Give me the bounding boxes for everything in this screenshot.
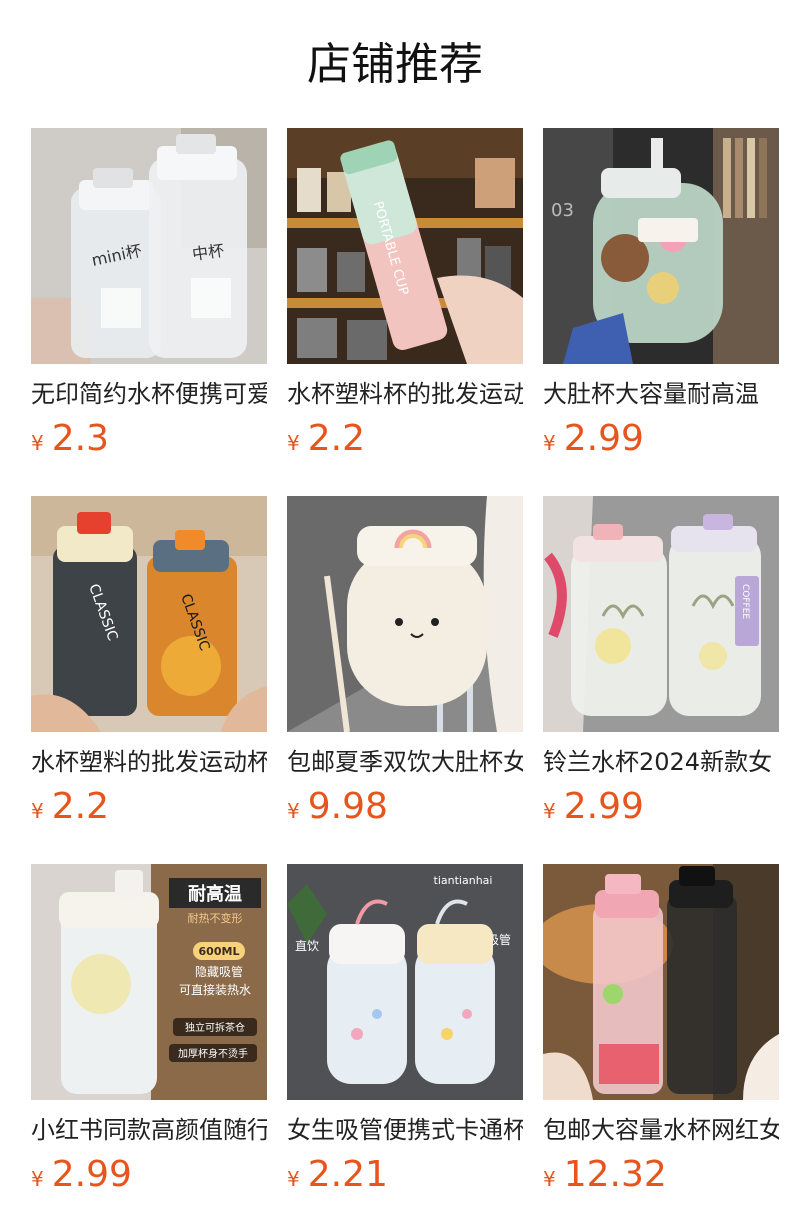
image-label: 可直接装热水 [179,982,251,997]
image-label: 耐热不变形 [188,911,243,925]
price-value: 9.98 [307,786,388,827]
image-label: 加厚杯身不烫手 [178,1047,248,1060]
product-name[interactable]: 水杯塑料杯的批发运动 [287,376,523,412]
price-value: 2.99 [563,418,644,459]
product-price: ¥2.21 [287,1152,523,1198]
product-price: ¥12.32 [543,1152,779,1198]
product-image[interactable]: CLASSIC CLASSIC [31,496,267,732]
product-name[interactable]: 包邮大容量水杯网红女 [543,1112,779,1148]
product-card[interactable]: 耐高温 耐热不变形 600ML 隐藏吸管 可直接装热水 独立可拆茶仓 加厚杯身不… [31,864,267,1200]
product-price: ¥2.2 [31,784,267,830]
product-image[interactable]: COFFEE [543,496,779,732]
product-name[interactable]: 大肚杯大容量耐高温 [543,376,779,412]
product-name[interactable]: 铃兰水杯2024新款女 [543,744,779,780]
product-image[interactable]: 耐高温 耐热不变形 600ML 隐藏吸管 可直接装热水 独立可拆茶仓 加厚杯身不… [31,864,267,1100]
currency-symbol: ¥ [287,431,300,455]
product-image[interactable] [287,496,523,732]
product-image[interactable] [543,864,779,1100]
product-image[interactable]: PORTABLE CUP [287,128,523,364]
product-card[interactable]: 03 大肚杯大容量耐高温 ¥2.99 [543,128,779,464]
product-price: ¥2.99 [543,416,779,462]
price-value: 2.99 [51,1154,132,1195]
currency-symbol: ¥ [31,799,44,823]
price-value: 12.32 [563,1154,667,1195]
currency-symbol: ¥ [543,799,556,823]
price-value: 2.3 [51,418,109,459]
product-name[interactable]: 女生吸管便携式卡通杯 [287,1112,523,1148]
image-label: 耐高温 [188,883,242,905]
currency-symbol: ¥ [287,1167,300,1191]
product-price: ¥2.3 [31,416,267,462]
currency-symbol: ¥ [543,1167,556,1191]
image-label: tiantianhai [434,874,493,887]
image-label: 600ML [199,945,240,958]
product-card[interactable]: COFFEE 铃兰水杯2024新款女 ¥2.99 [543,496,779,832]
image-label: 独立可拆茶仓 [185,1021,245,1034]
product-name[interactable]: 无印简约水杯便携可爱 [31,376,267,412]
product-card[interactable]: PORTABLE CUP 水杯塑料杯的批发运动 ¥2.2 [287,128,523,464]
product-name[interactable]: 包邮夏季双饮大肚杯女 [287,744,523,780]
product-price: ¥9.98 [287,784,523,830]
product-price: ¥2.99 [31,1152,267,1198]
currency-symbol: ¥ [31,431,44,455]
currency-symbol: ¥ [543,431,556,455]
product-price: ¥2.99 [543,784,779,830]
product-card[interactable]: CLASSIC CLASSIC 水杯塑料的批发运动杯 ¥2.2 [31,496,267,832]
image-label: 直饮 [295,939,319,953]
price-value: 2.2 [51,786,109,827]
price-value: 2.99 [563,786,644,827]
product-image[interactable]: 03 [543,128,779,364]
currency-symbol: ¥ [31,1167,44,1191]
product-grid: mini杯 中杯 无印简约水杯便携可爱 ¥2.3 PORTABLE CUP 水杯… [0,128,790,1200]
currency-symbol: ¥ [287,799,300,823]
product-card[interactable]: 包邮大容量水杯网红女 ¥12.32 [543,864,779,1200]
price-value: 2.21 [307,1154,388,1195]
image-label: 03 [551,200,574,221]
page-title: 店铺推荐 [307,39,483,90]
product-card[interactable]: 包邮夏季双饮大肚杯女 ¥9.98 [287,496,523,832]
product-card[interactable]: tiantianhai 直饮 吸管 女生吸管便携式卡通杯 ¥2.21 [287,864,523,1200]
image-label: COFFEE [740,584,750,619]
product-image[interactable]: tiantianhai 直饮 吸管 [287,864,523,1100]
image-label: 隐藏吸管 [195,964,243,979]
product-price: ¥2.2 [287,416,523,462]
product-name[interactable]: 水杯塑料的批发运动杯 [31,744,267,780]
price-value: 2.2 [307,418,365,459]
product-card[interactable]: mini杯 中杯 无印简约水杯便携可爱 ¥2.3 [31,128,267,464]
product-image[interactable]: mini杯 中杯 [31,128,267,364]
product-name[interactable]: 小红书同款高颜值随行 [31,1112,267,1148]
